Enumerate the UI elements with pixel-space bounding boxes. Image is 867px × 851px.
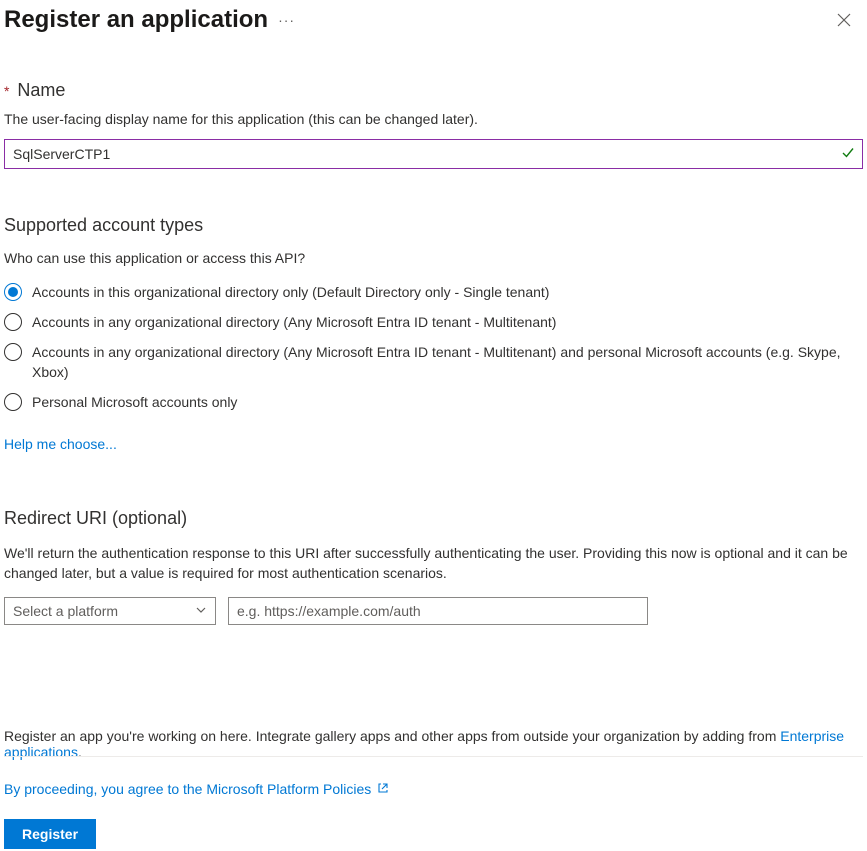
account-types-heading: Supported account types — [4, 215, 863, 236]
checkmark-icon — [841, 146, 855, 163]
help-me-choose-link[interactable]: Help me choose... — [4, 436, 117, 452]
redirect-uri-input[interactable] — [228, 597, 648, 625]
account-type-option[interactable]: Accounts in any organizational directory… — [4, 342, 863, 382]
platform-select[interactable]: Select a platform — [4, 597, 216, 625]
radio-icon — [4, 393, 22, 411]
redirect-description: We'll return the authentication response… — [4, 543, 863, 583]
page-title: Register an application — [4, 6, 268, 34]
platform-policies-link[interactable]: By proceeding, you agree to the Microsof… — [4, 781, 863, 797]
required-asterisk: * — [4, 83, 9, 99]
name-section: * Name The user-facing display name for … — [4, 80, 863, 169]
name-description: The user-facing display name for this ap… — [4, 111, 863, 127]
redirect-section: Redirect URI (optional) We'll return the… — [4, 508, 863, 625]
chevron-down-icon — [195, 603, 207, 619]
register-button[interactable]: Register — [4, 819, 96, 849]
account-type-option[interactable]: Accounts in this organizational director… — [4, 282, 863, 302]
account-type-option[interactable]: Personal Microsoft accounts only — [4, 392, 863, 412]
radio-label: Accounts in this organizational director… — [32, 282, 549, 302]
redirect-heading: Redirect URI (optional) — [4, 508, 863, 529]
radio-icon — [4, 313, 22, 331]
account-types-question: Who can use this application or access t… — [4, 250, 863, 266]
policy-text: By proceeding, you agree to the Microsof… — [4, 781, 371, 797]
account-type-option[interactable]: Accounts in any organizational directory… — [4, 312, 863, 332]
platform-select-placeholder: Select a platform — [13, 603, 118, 619]
more-icon[interactable]: ··· — [278, 12, 295, 28]
radio-label: Accounts in any organizational directory… — [32, 342, 863, 382]
close-icon — [837, 13, 851, 27]
close-button[interactable] — [833, 9, 855, 31]
account-types-section: Supported account types Who can use this… — [4, 215, 863, 452]
name-label: Name — [17, 80, 65, 100]
radio-label: Accounts in any organizational directory… — [32, 312, 556, 332]
name-input[interactable] — [4, 139, 863, 169]
radio-icon — [4, 283, 22, 301]
radio-label: Personal Microsoft accounts only — [32, 392, 237, 412]
radio-icon — [4, 343, 22, 361]
external-link-icon — [377, 781, 389, 797]
footer-note-text: Register an app you're working on here. … — [4, 728, 780, 744]
